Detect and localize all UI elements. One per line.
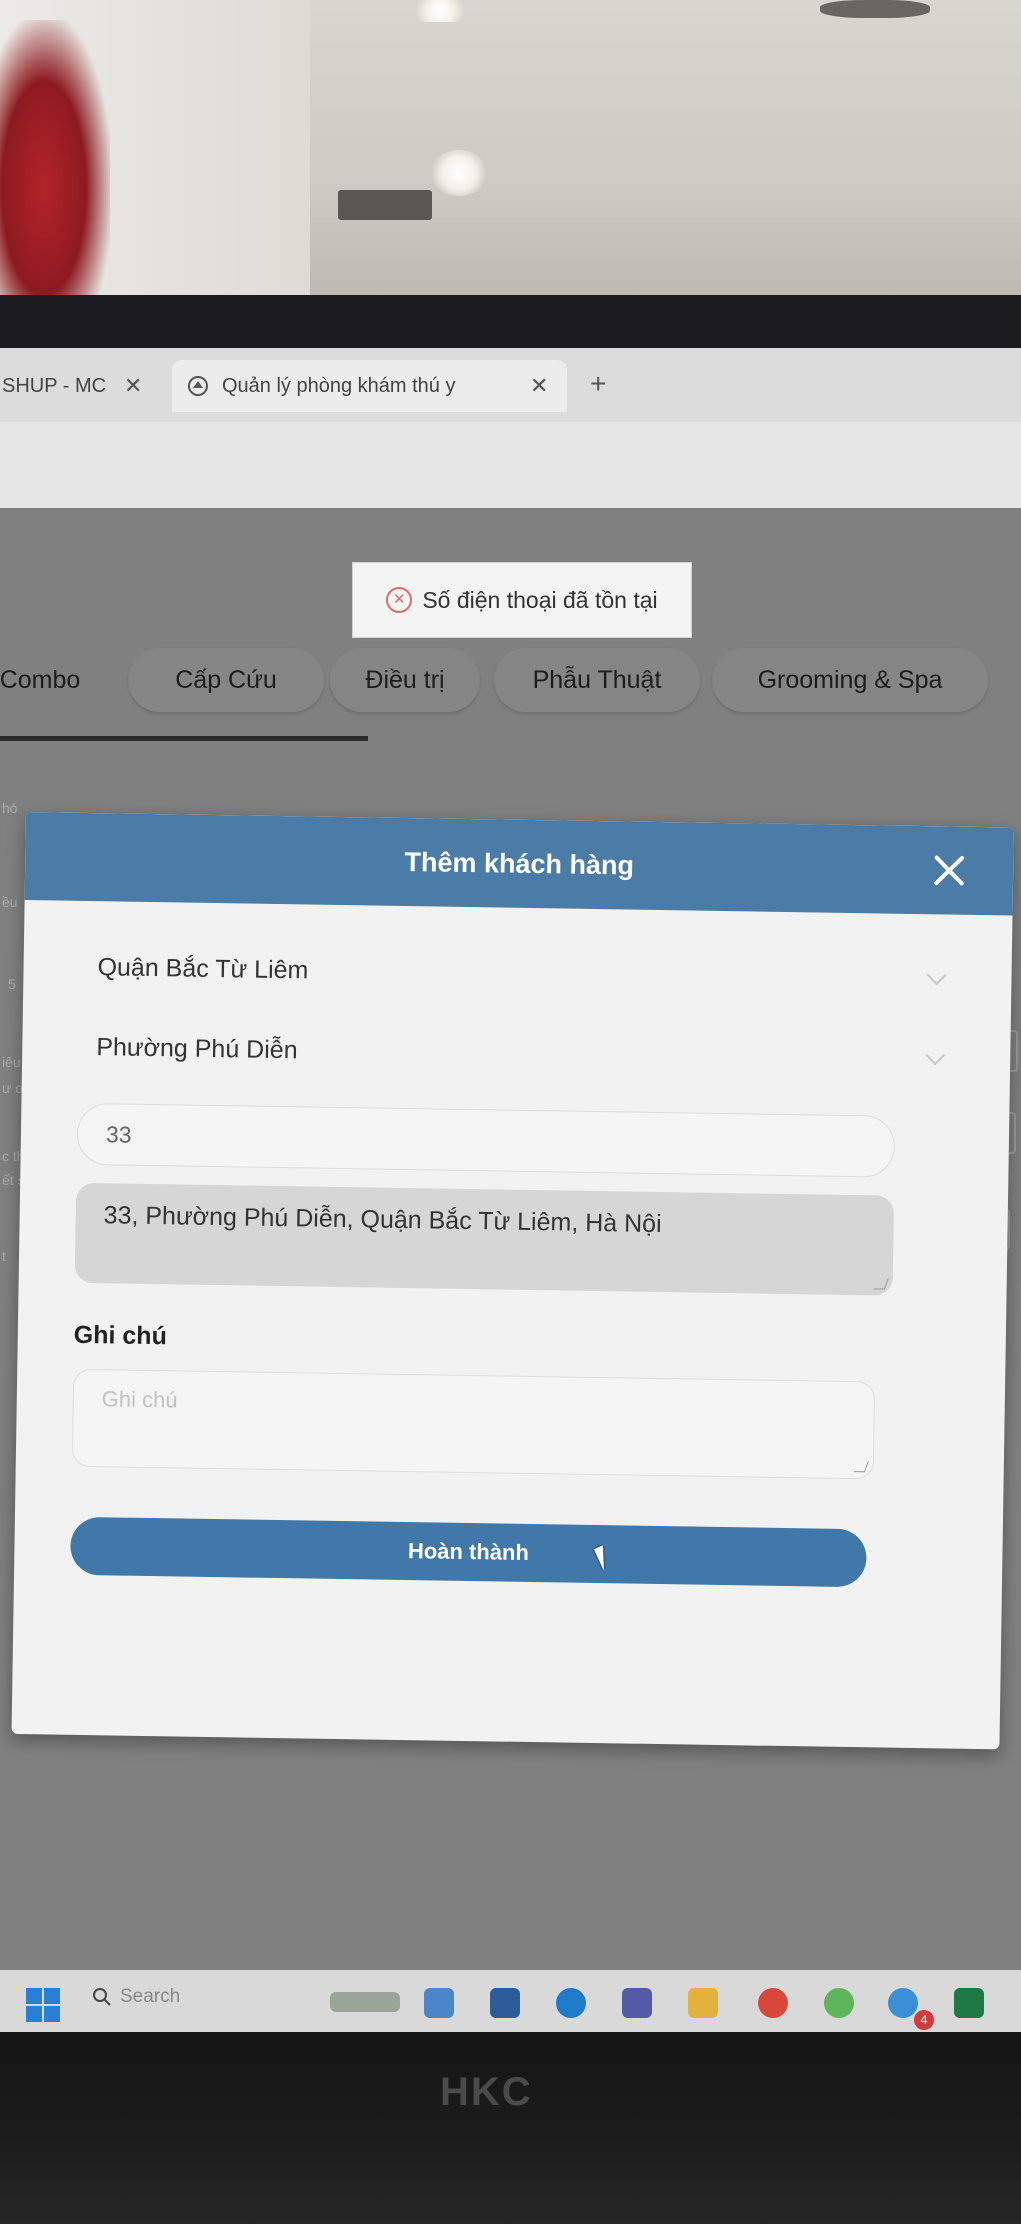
category-tab-cap-cuu[interactable]: Cấp Cứu bbox=[128, 648, 324, 712]
news-widget-icon[interactable] bbox=[330, 1992, 400, 2012]
new-tab-button[interactable]: + bbox=[590, 368, 606, 400]
close-icon[interactable] bbox=[927, 848, 972, 893]
full-address-value: 33, Phường Phú Diễn, Quận Bắc Từ Liêm, H… bbox=[103, 1201, 662, 1239]
search-label: Search bbox=[120, 1986, 181, 2007]
zalo-icon[interactable] bbox=[888, 1988, 918, 2018]
browser-tab-strip: SHUP - MC ✕ Quản lý phòng khám thú y ✕ + bbox=[0, 348, 1021, 422]
tab-title: Quản lý phòng khám thú y bbox=[222, 374, 456, 397]
red-decoration bbox=[0, 20, 110, 300]
note-placeholder: Ghi chú bbox=[101, 1386, 178, 1413]
browser-tab[interactable]: SHUP - MC ✕ bbox=[0, 360, 160, 412]
store-icon[interactable] bbox=[490, 1988, 520, 2018]
room-background bbox=[0, 0, 1021, 300]
toast-message: Số điện thoại đã tồn tại bbox=[422, 586, 658, 613]
ceiling-light bbox=[430, 150, 488, 196]
district-value: Quận Bắc Từ Liêm bbox=[97, 952, 309, 984]
taskbar-search[interactable]: Search bbox=[92, 1986, 180, 2008]
teams-icon[interactable] bbox=[622, 1988, 652, 2018]
ceiling-vent bbox=[338, 190, 432, 220]
note-label: Ghi chú bbox=[73, 1320, 168, 1351]
favicon-icon bbox=[186, 374, 210, 398]
background-text: 5 bbox=[8, 976, 16, 992]
ceiling-light bbox=[410, 0, 470, 22]
background-text: iêu bbox=[2, 1054, 21, 1070]
search-icon bbox=[93, 1988, 111, 2006]
chrome-icon[interactable] bbox=[758, 1988, 788, 2018]
category-tab-phau-thuat[interactable]: Phẫu Thuật bbox=[494, 648, 700, 712]
resize-handle-icon[interactable] bbox=[873, 1278, 889, 1290]
ward-value: Phường Phú Diễn bbox=[96, 1032, 298, 1064]
windows-start-icon[interactable] bbox=[26, 1988, 60, 2022]
ceiling-fixture bbox=[820, 0, 930, 18]
browser-toolbar bbox=[0, 422, 1021, 509]
monitor-bezel-top bbox=[0, 295, 1021, 350]
district-select[interactable]: Quận Bắc Từ Liêm bbox=[97, 937, 948, 1010]
monitor-brand-logo: HKC bbox=[440, 2070, 533, 2114]
notification-badge: 4 bbox=[914, 2010, 934, 2030]
copilot-icon[interactable] bbox=[424, 1988, 454, 2018]
chevron-down-icon bbox=[926, 965, 947, 986]
category-tab-grooming-spa[interactable]: Grooming & Spa bbox=[712, 648, 988, 712]
close-tab-icon[interactable]: ✕ bbox=[124, 373, 142, 399]
active-tab-indicator bbox=[0, 736, 368, 741]
taskbar: Search bbox=[0, 1970, 1021, 2032]
full-address-textarea[interactable]: 33, Phường Phú Diễn, Quận Bắc Từ Liêm, H… bbox=[74, 1182, 895, 1296]
error-icon: ✕ bbox=[386, 587, 413, 613]
modal-title: Thêm khách hàng bbox=[404, 846, 635, 881]
street-value: 33 bbox=[105, 1120, 132, 1148]
resize-handle-icon[interactable] bbox=[853, 1461, 869, 1473]
street-input[interactable]: 33 bbox=[76, 1102, 896, 1178]
add-customer-modal: Thêm khách hàng Quận Bắc Từ Liêm Phường … bbox=[11, 812, 1014, 1750]
ward-select[interactable]: Phường Phú Diễn bbox=[96, 1017, 947, 1090]
category-tab-combo[interactable]: Combo bbox=[0, 648, 100, 712]
background-text: ều bbox=[2, 894, 18, 910]
background-text: hó bbox=[2, 800, 18, 816]
close-tab-icon[interactable]: ✕ bbox=[530, 373, 548, 399]
edge-icon[interactable] bbox=[556, 1988, 586, 2018]
background-text: t bbox=[2, 1248, 6, 1264]
modal-header: Thêm khách hàng bbox=[24, 812, 1014, 916]
browser-tab-active[interactable]: Quản lý phòng khám thú y ✕ bbox=[172, 360, 567, 412]
monitor-bezel-bottom bbox=[0, 2032, 1021, 2224]
file-explorer-icon[interactable] bbox=[688, 1988, 718, 2018]
note-textarea[interactable]: Ghi chú bbox=[71, 1368, 876, 1480]
submit-button[interactable]: Hoàn thành bbox=[70, 1516, 867, 1588]
chevron-down-icon bbox=[925, 1045, 946, 1066]
tab-title: SHUP - MC bbox=[2, 374, 107, 397]
excel-icon[interactable] bbox=[954, 1988, 984, 2018]
category-tab-dieu-tri[interactable]: Điều trị bbox=[330, 648, 480, 712]
app-icon[interactable] bbox=[824, 1988, 854, 2018]
error-toast: ✕ Số điện thoại đã tồn tại bbox=[352, 562, 692, 638]
monitor-screen: SHUP - MC ✕ Quản lý phòng khám thú y ✕ +… bbox=[0, 348, 1021, 1998]
